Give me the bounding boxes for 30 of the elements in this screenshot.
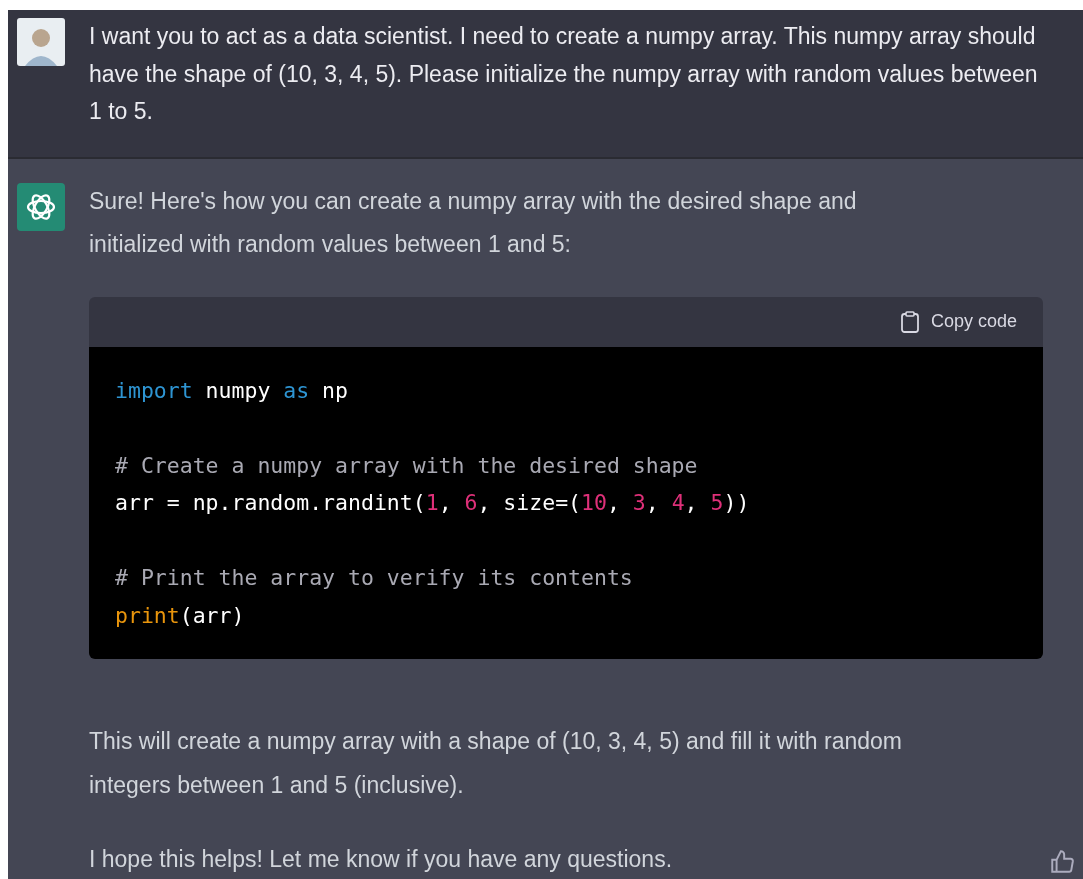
code-token: 5 xyxy=(710,490,724,516)
code-token: arr = np.random.randint( xyxy=(115,490,426,516)
code-token: 3 xyxy=(632,490,646,516)
code-token: 6 xyxy=(464,490,478,516)
code-token: print xyxy=(115,603,180,629)
code-token: , xyxy=(438,490,453,516)
code-token: 1 xyxy=(425,490,439,516)
code-token: 10 xyxy=(581,490,607,516)
code-token: 4 xyxy=(671,490,685,516)
user-message: I want you to act as a data scientist. I need to create a numpy array. This numpy array should have the shape of (10, 3, 4, 5). Please initialize the numpy array with random values between 1 to 5. xyxy=(89,22,1039,126)
code-token: , xyxy=(684,490,699,516)
clipboard-icon xyxy=(900,310,919,333)
code-token: (arr) xyxy=(179,603,245,629)
assistant-message: This will create a numpy array with a shape of (10, 3, 4, 5) and fill it with random integers between 1 and 5 (inclusive). xyxy=(89,726,904,800)
assistant-logo-icon xyxy=(17,182,65,231)
code-token: # Create a numpy array with the desired shape xyxy=(115,452,698,478)
code-token: np xyxy=(321,377,348,403)
code-token: )) xyxy=(723,490,750,516)
code-token: , xyxy=(645,490,660,516)
copy-code-button[interactable]: Copy code xyxy=(900,310,1017,333)
code-token: import xyxy=(115,377,193,403)
code-token: , size=( xyxy=(477,490,582,516)
code-token: as xyxy=(283,377,310,403)
code-token: , xyxy=(606,490,621,516)
user-avatar xyxy=(17,18,65,66)
assistant-message: I hope this helps! Let me know if you have any questions. xyxy=(89,844,674,874)
code-token: numpy xyxy=(204,377,272,403)
code-token: # Print the array to verify its contents xyxy=(115,565,633,591)
thumbs-up-icon[interactable] xyxy=(1049,848,1075,875)
assistant-message: Sure! Here's how you can create a numpy array with the desired shape and initialized with random values between 1 and 5: xyxy=(89,186,858,259)
